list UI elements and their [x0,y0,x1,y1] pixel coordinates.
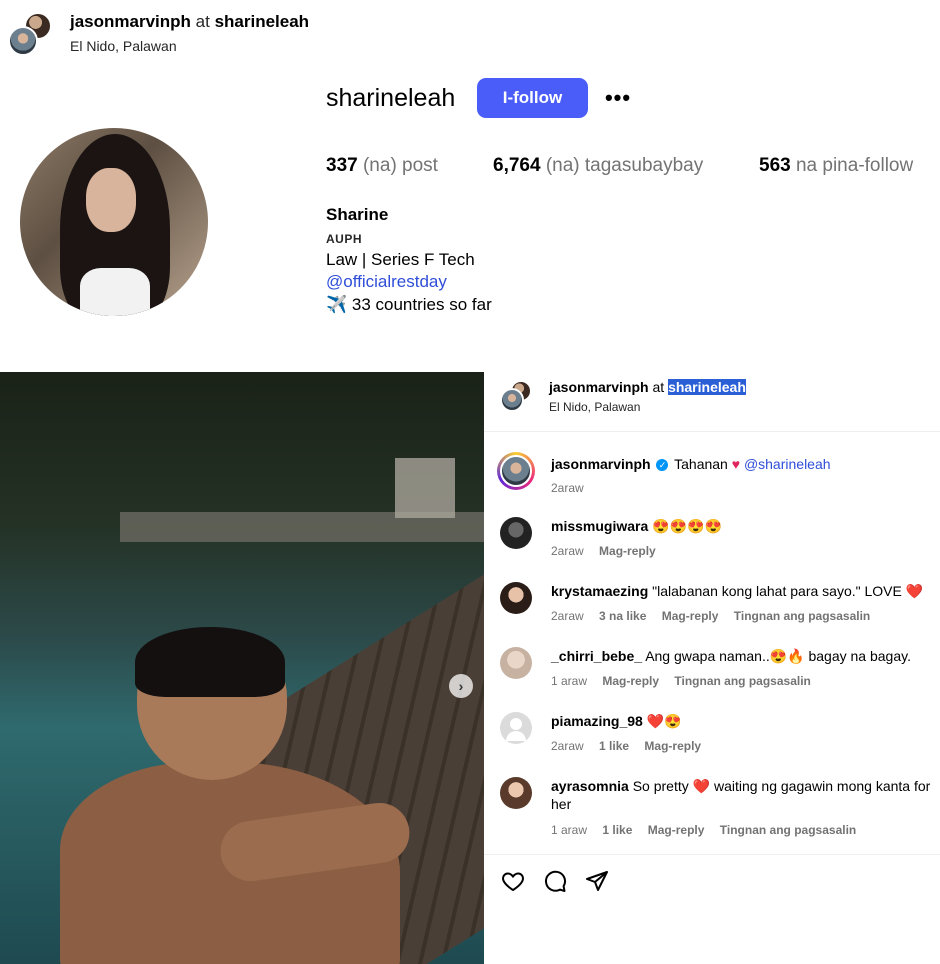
reply-button[interactable]: Mag-reply [648,823,705,837]
heart-emoji: ♥ [731,456,741,472]
comment-bubble-icon[interactable] [542,868,568,894]
share-send-icon[interactable] [584,868,610,894]
comment-user-link[interactable]: missmugiwara [551,518,648,534]
panel-avatar-author [500,388,524,412]
posts-label: (na) post [362,155,438,176]
bio-line-countries: ✈️ 33 countries so far [326,295,492,314]
followers-label: (na) tagasubaybay [545,155,704,176]
next-image-icon[interactable]: › [449,674,473,698]
panel-location-link[interactable]: El Nido, Palawan [549,400,640,414]
divider [484,854,940,855]
reply-button[interactable]: Mag-reply [602,674,659,688]
header-title: jasonmarvinph at sharineleah [70,12,309,32]
comment-body: missmugiwara 😍😍😍😍 [551,517,931,535]
panel-header: jasonmarvinph at sharineleah El Nido, Pa… [484,372,940,432]
comment-time[interactable]: 2araw [551,609,584,623]
caption-time[interactable]: 2araw [551,481,584,495]
like-heart-icon[interactable] [500,868,526,894]
panel-avatar[interactable] [500,380,532,412]
comment-meta: 2araw 1 like Mag-reply [551,739,713,753]
post-image[interactable]: › [0,372,484,964]
location-link[interactable]: El Nido, Palawan [70,38,177,54]
comments-panel: jasonmarvinph at sharineleah El Nido, Pa… [484,372,940,964]
followers-count: 6,764 [493,155,541,176]
more-options-icon[interactable]: ••• [601,84,635,112]
comment-meta: 1 araw Mag-reply Tingnan ang pagsasalin [551,674,823,688]
profile-picture[interactable] [20,128,208,316]
posts-count: 337 [326,155,358,176]
profile-face [86,168,136,232]
comment-text: "lalabanan kong lahat para sayo." LOVE ❤… [652,583,924,599]
caption-avatar-img [500,455,532,487]
caption-meta: 2araw [551,481,596,495]
comment-text: Ang gwapa naman..😍🔥 bagay na bagay. [645,648,911,664]
photo-pillar [395,458,455,518]
comment-time[interactable]: 1 araw [551,823,587,837]
comment-user-link[interactable]: _chirri_bebe_ [551,648,642,664]
caption-user-link[interactable]: jasonmarvinph [551,456,651,472]
reply-button[interactable]: Mag-reply [644,739,701,753]
comment-body: ayrasomnia So pretty ❤️ waiting ng gagaw… [551,777,931,813]
author-link[interactable]: jasonmarvinph [70,12,191,31]
tagged-link[interactable]: sharineleah [215,12,310,31]
following-count: 563 [759,155,791,176]
reply-button[interactable]: Mag-reply [662,609,719,623]
stat-following[interactable]: 563 na pina-follow [759,155,913,177]
reply-button[interactable]: Mag-reply [599,544,656,558]
likes-count-button[interactable]: 1 like [599,739,629,753]
stat-followers[interactable]: 6,764 (na) tagasubaybay [493,155,703,177]
likes-count-button[interactable]: 3 na like [599,609,646,623]
bio-line: Law | Series F Tech [326,250,475,269]
follow-button[interactable]: I-follow [477,78,588,118]
following-label: na pina-follow [795,155,914,176]
translate-button[interactable]: Tingnan ang pagsasalin [720,823,856,837]
verified-badge-icon: ✓ [656,459,669,472]
comment-avatar[interactable] [500,647,532,679]
panel-tagged-link[interactable]: sharineleah [668,379,746,395]
comment-avatar[interactable] [500,582,532,614]
likes-count-button[interactable]: 1 like [602,823,632,837]
comment-body: krystamaezing "lalabanan kong lahat para… [551,582,931,600]
caption-text: Tahanan [674,456,728,472]
stat-posts: 337 (na) post [326,155,438,177]
caption-body: jasonmarvinph ✓ Tahanan ♥ @sharineleah [551,455,931,473]
avatar-author [8,26,38,56]
panel-title: jasonmarvinph at sharineleah [549,379,746,395]
bio-mention-link[interactable]: @officialrestday [326,272,447,292]
photo-hair [135,627,285,697]
profile-top [80,268,150,316]
comment-user-link[interactable]: krystamaezing [551,583,648,599]
bio-category: AUPH [326,232,363,246]
translate-button[interactable]: Tingnan ang pagsasalin [734,609,870,623]
avatar[interactable] [8,12,52,56]
action-bar [500,868,610,898]
at-text: at [195,12,210,31]
comment-avatar[interactable] [500,517,532,549]
comment-text: ❤️😍 [646,713,682,729]
comment-body: piamazing_98 ❤️😍 [551,712,931,730]
caption-mention-link[interactable]: @sharineleah [744,456,831,472]
panel-at-text: at [652,379,665,395]
comment-time[interactable]: 1 araw [551,674,587,688]
post-header-top: jasonmarvinph at sharineleah El Nido, Pa… [0,0,940,64]
translate-button[interactable]: Tingnan ang pagsasalin [674,674,810,688]
comment-meta: 2araw 3 na like Mag-reply Tingnan ang pa… [551,609,882,623]
bio-name: Sharine [326,205,389,224]
comment-time[interactable]: 2araw [551,544,584,558]
comment-meta: 2araw Mag-reply [551,544,668,558]
default-avatar-icon[interactable] [500,712,532,744]
caption-avatar[interactable] [497,452,535,490]
comment-avatar[interactable] [500,777,532,809]
panel-author-link[interactable]: jasonmarvinph [549,379,649,395]
profile-username: sharineleah [326,84,456,112]
comment-user-link[interactable]: ayrasomnia [551,778,629,794]
comment-meta: 1 araw 1 like Mag-reply Tingnan ang pags… [551,823,868,837]
comment-body: _chirri_bebe_ Ang gwapa naman..😍🔥 bagay … [551,647,931,665]
comment-text: 😍😍😍😍 [652,518,722,534]
comment-user-link[interactable]: piamazing_98 [551,713,643,729]
comment-time[interactable]: 2araw [551,739,584,753]
